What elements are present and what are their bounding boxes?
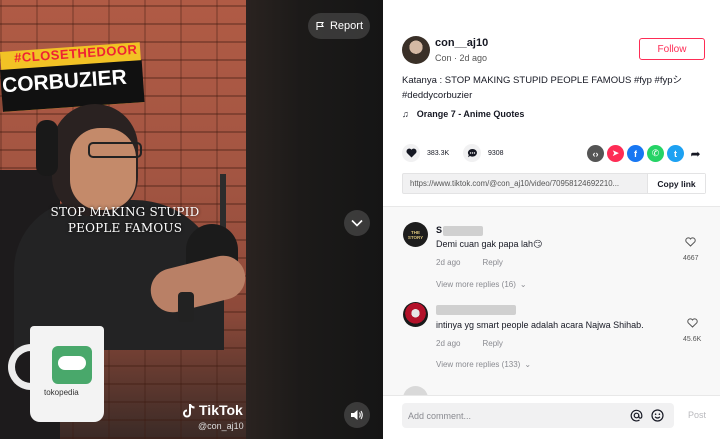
chevron-down-icon: ⌄ xyxy=(524,360,532,369)
comment-text: intinya yg smart people adalah acara Naj… xyxy=(436,320,644,330)
post-button[interactable]: Post xyxy=(688,410,706,420)
comment-like-button[interactable]: 4667 xyxy=(683,237,699,262)
author-username[interactable]: con__aj10 xyxy=(435,37,488,49)
person-face xyxy=(70,128,136,210)
chevron-down-icon xyxy=(351,219,363,227)
comment-like-count: 45.6K xyxy=(683,336,702,343)
report-label: Report xyxy=(329,20,364,32)
next-video-button[interactable] xyxy=(344,210,370,236)
wristwatch xyxy=(178,292,194,322)
report-button[interactable]: Report xyxy=(308,13,370,39)
music-link[interactable]: ♫ Orange 7 - Anime Quotes xyxy=(402,109,524,119)
comment-icon xyxy=(463,144,481,162)
tokopedia-owl-eyes xyxy=(58,356,86,370)
link-bar: https://www.tiktok.com/@con_aj10/video/7… xyxy=(402,173,706,194)
video-link[interactable]: https://www.tiktok.com/@con_aj10/video/7… xyxy=(403,174,647,193)
heart-outline-icon xyxy=(685,237,696,247)
commenter-avatar[interactable]: THE STORY xyxy=(403,222,428,247)
tiktok-brand: TikTok xyxy=(199,402,243,418)
chevron-down-icon: ⌄ xyxy=(519,280,527,289)
comment-input-icons xyxy=(630,409,674,422)
heart-outline-icon xyxy=(686,318,698,328)
commenter-avatar[interactable] xyxy=(403,302,428,327)
headphones xyxy=(36,120,58,176)
author-meta: Con · 2d ago xyxy=(435,53,488,63)
video-player[interactable]: #CLOSETHEDOOR CORBUZIER tokopedia STOP M… xyxy=(0,0,383,439)
comment-button[interactable]: 9308 xyxy=(463,144,504,162)
comment-meta: 2d ago Reply xyxy=(436,339,503,348)
video-frame: #CLOSETHEDOOR CORBUZIER tokopedia STOP M… xyxy=(0,0,246,439)
copy-link-button[interactable]: Copy link xyxy=(647,174,705,193)
view-replies-label: View more replies (133) xyxy=(436,360,521,369)
whatsapp-icon[interactable]: ✆ xyxy=(647,145,664,162)
view-replies-label: View more replies (16) xyxy=(436,280,516,289)
comment-input[interactable] xyxy=(402,410,630,421)
add-comment-field[interactable] xyxy=(402,403,674,428)
comment-list[interactable]: THE STORY S Demi cuan gak papa lah😏 2d a… xyxy=(383,207,720,395)
share-arrow-icon[interactable]: ➦ xyxy=(687,145,704,162)
view-more-replies[interactable]: View more replies (16) ⌄ xyxy=(436,280,527,289)
comment-text: Demi cuan gak papa lah😏 xyxy=(436,239,543,249)
comment-like-button[interactable]: 45.6K xyxy=(683,318,701,343)
commenter-name[interactable]: S xyxy=(436,225,442,235)
video-info-panel: con__aj10 Con · 2d ago Follow Katanya : … xyxy=(383,0,720,439)
caption-line-2: PEOPLE FAMOUS xyxy=(67,221,183,235)
redacted-name xyxy=(443,226,483,236)
add-comment-bar: Post xyxy=(383,395,720,439)
mention-icon[interactable] xyxy=(630,409,643,422)
view-more-replies[interactable]: View more replies (133) ⌄ xyxy=(436,360,531,369)
comment-time: 2d ago xyxy=(436,258,461,267)
tiktok-logo-icon xyxy=(183,403,195,417)
emoji-icon[interactable] xyxy=(651,409,664,422)
like-button[interactable]: 383.3K xyxy=(402,144,449,162)
flag-icon xyxy=(316,21,324,30)
embed-icon[interactable]: ‹› xyxy=(587,145,604,162)
comment-count: 9308 xyxy=(488,149,504,157)
mug-brand: tokopedia xyxy=(44,388,79,397)
commenter-avatar[interactable] xyxy=(403,386,428,395)
reply-button[interactable]: Reply xyxy=(482,339,502,348)
watermark-username: @con_aj10 xyxy=(198,421,244,431)
like-count: 383.3K xyxy=(427,149,450,157)
volume-button[interactable] xyxy=(344,402,370,428)
video-description: Katanya : STOP MAKING STUPID PEOPLE FAMO… xyxy=(402,75,682,101)
glasses xyxy=(88,142,142,158)
music-note-icon: ♫ xyxy=(402,109,409,119)
tiktok-video-page: #CLOSETHEDOOR CORBUZIER tokopedia STOP M… xyxy=(0,0,720,439)
send-icon[interactable]: ➤ xyxy=(607,145,624,162)
avatar-label: THE STORY xyxy=(407,229,424,240)
reply-button[interactable]: Reply xyxy=(482,258,502,267)
share-icons: ‹› ➤ f ✆ t ➦ xyxy=(587,145,704,162)
music-title: Orange 7 - Anime Quotes xyxy=(416,109,525,119)
video-caption: STOP MAKING STUPID PEOPLE FAMOUS xyxy=(40,204,210,236)
redacted-name xyxy=(436,305,516,315)
comment-like-count: 4667 xyxy=(683,255,699,262)
comment-time: 2d ago xyxy=(436,339,461,348)
twitter-icon[interactable]: t xyxy=(667,145,684,162)
author-avatar[interactable] xyxy=(402,36,430,64)
volume-icon xyxy=(351,410,363,420)
comment-meta: 2d ago Reply xyxy=(436,258,503,267)
tiktok-watermark: TikTok xyxy=(182,402,243,418)
caption-line-1: STOP MAKING STUPID xyxy=(50,205,200,219)
facebook-icon[interactable]: f xyxy=(627,145,644,162)
follow-button[interactable]: Follow xyxy=(639,38,705,60)
heart-icon xyxy=(402,144,420,162)
